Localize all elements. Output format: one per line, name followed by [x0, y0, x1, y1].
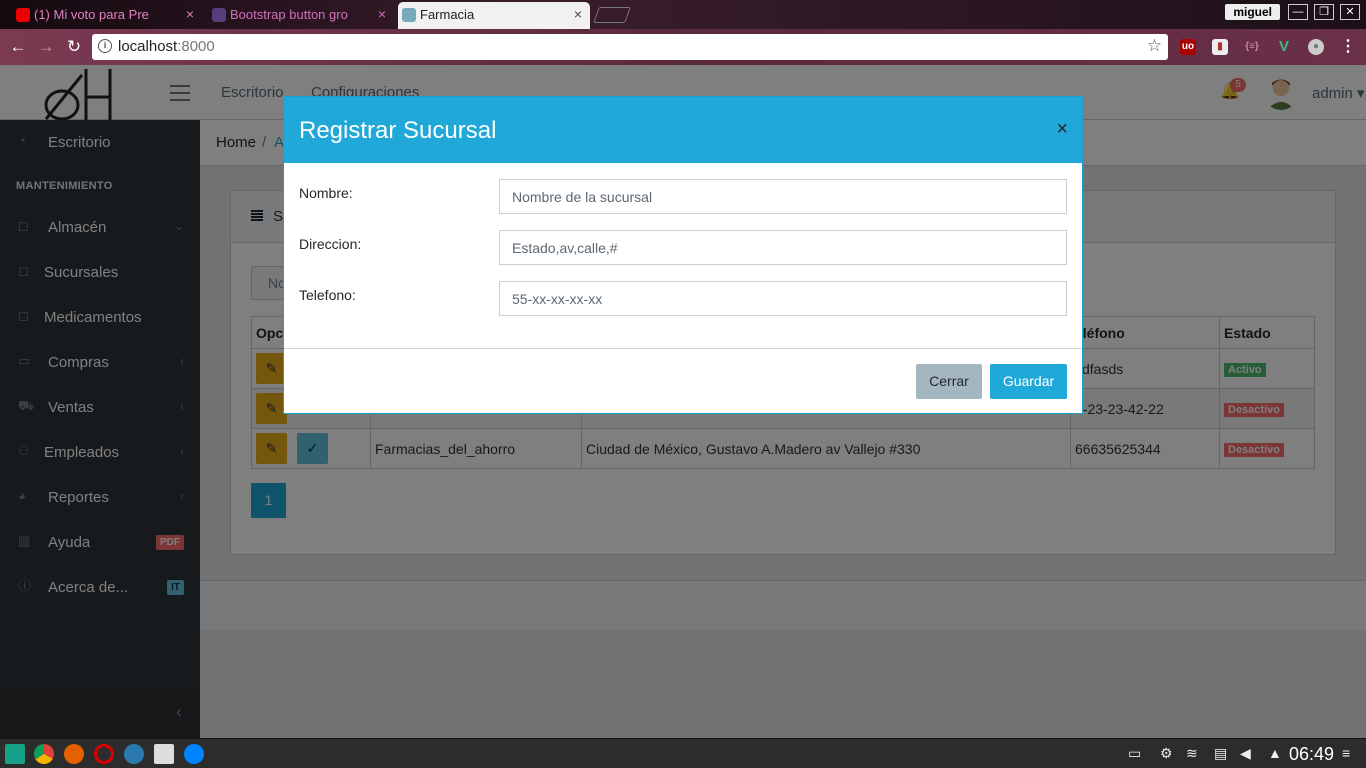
browser-toolbar: ← → ↻ i localhost:8000 ☆ uo ▮ {≡} V ● ⋮ — [0, 29, 1366, 65]
modal-footer: Cerrar Guardar — [284, 348, 1082, 414]
form-row-nombre: Nombre: — [299, 179, 1069, 215]
modal-title: Registrar Sucursal — [299, 117, 497, 144]
direccion-input[interactable] — [499, 230, 1067, 265]
maximize-icon[interactable]: ❐ — [1314, 4, 1334, 20]
tab-label: Bootstrap button gro — [230, 7, 348, 22]
notifications-menu-icon[interactable]: ≡ — [1342, 745, 1350, 761]
sublime-icon[interactable] — [154, 744, 174, 764]
url-port: :8000 — [177, 38, 215, 55]
extension-shield-icon[interactable]: ▮ — [1212, 39, 1228, 55]
terminal-icon[interactable]: ▭ — [1128, 745, 1141, 762]
browser-user-chip[interactable]: miguel — [1225, 4, 1280, 20]
form-row-direccion: Direccion: — [299, 230, 1069, 266]
extension-circle-icon[interactable]: ● — [1308, 39, 1324, 55]
browser-tab-bar: (1) Mi voto para Pre × Bootstrap button … — [0, 0, 1366, 29]
minimize-icon[interactable]: — — [1288, 4, 1308, 20]
tab-label: (1) Mi voto para Pre — [34, 7, 149, 22]
ublock-icon[interactable]: uo — [1180, 39, 1196, 55]
close-icon[interactable]: × — [1056, 119, 1068, 139]
close-tab-icon[interactable]: × — [574, 2, 582, 27]
browser-tab-bootstrap[interactable]: Bootstrap button gro × — [208, 2, 394, 29]
nombre-input[interactable] — [499, 179, 1067, 214]
close-tab-icon[interactable]: × — [378, 2, 386, 27]
tab-label: Farmacia — [420, 7, 475, 22]
browser-tab-youtube[interactable]: (1) Mi voto para Pre × — [12, 2, 202, 29]
youtube-icon — [16, 8, 30, 22]
chrome-icon[interactable] — [34, 744, 54, 764]
address-bar[interactable]: i localhost:8000 ☆ — [92, 34, 1168, 60]
cerrar-button[interactable]: Cerrar — [916, 364, 982, 399]
volume-icon[interactable]: ◀ — [1240, 745, 1251, 762]
close-tab-icon[interactable]: × — [186, 2, 194, 27]
modal-header: Registrar Sucursal × — [284, 97, 1082, 163]
os-taskbar: ▭ ⚙ ≋ ▤ ◀ ▲ 06:49 ≡ — [0, 738, 1366, 768]
forward-icon[interactable]: → — [36, 37, 56, 57]
manjaro-menu-icon[interactable] — [5, 744, 25, 764]
browser-menu-icon[interactable]: ⋮ — [1340, 39, 1356, 55]
registrar-sucursal-modal: Registrar Sucursal × Nombre: Direccion: … — [283, 96, 1083, 414]
telefono-label: Telefono: — [299, 287, 356, 303]
opera-icon[interactable] — [94, 744, 114, 764]
bookmark-star-icon[interactable]: ☆ — [1147, 36, 1162, 56]
bootstrap-icon — [212, 8, 226, 22]
direccion-label: Direccion: — [299, 236, 362, 252]
url-text: localhost:8000 — [118, 38, 215, 55]
vue-devtools-icon[interactable]: V — [1276, 39, 1292, 55]
close-window-icon[interactable]: ✕ — [1340, 4, 1360, 20]
reload-icon[interactable]: ↻ — [64, 37, 84, 57]
settings-icon[interactable]: ⚙ — [1160, 745, 1173, 762]
nombre-label: Nombre: — [299, 185, 353, 201]
guardar-button[interactable]: Guardar — [990, 364, 1067, 399]
farmacia-favicon-icon — [402, 8, 416, 22]
firefox-icon[interactable] — [64, 744, 84, 764]
kde-connect-icon[interactable] — [124, 744, 144, 764]
json-viewer-icon[interactable]: {≡} — [1244, 39, 1260, 55]
url-host: localhost — [118, 38, 178, 55]
back-icon[interactable]: ← — [8, 37, 28, 57]
browser-tab-farmacia[interactable]: Farmacia × — [398, 2, 590, 29]
info-icon[interactable]: i — [98, 39, 112, 53]
form-row-telefono: Telefono: — [299, 281, 1069, 317]
tray-expand-icon[interactable]: ▲ — [1268, 745, 1282, 761]
messenger-icon[interactable] — [184, 744, 204, 764]
clipboard-icon[interactable]: ▤ — [1214, 745, 1227, 762]
new-tab-button[interactable] — [593, 7, 631, 23]
telefono-input[interactable] — [499, 281, 1067, 316]
wifi-icon[interactable]: ≋ — [1186, 745, 1198, 762]
clock[interactable]: 06:49 — [1289, 744, 1334, 765]
